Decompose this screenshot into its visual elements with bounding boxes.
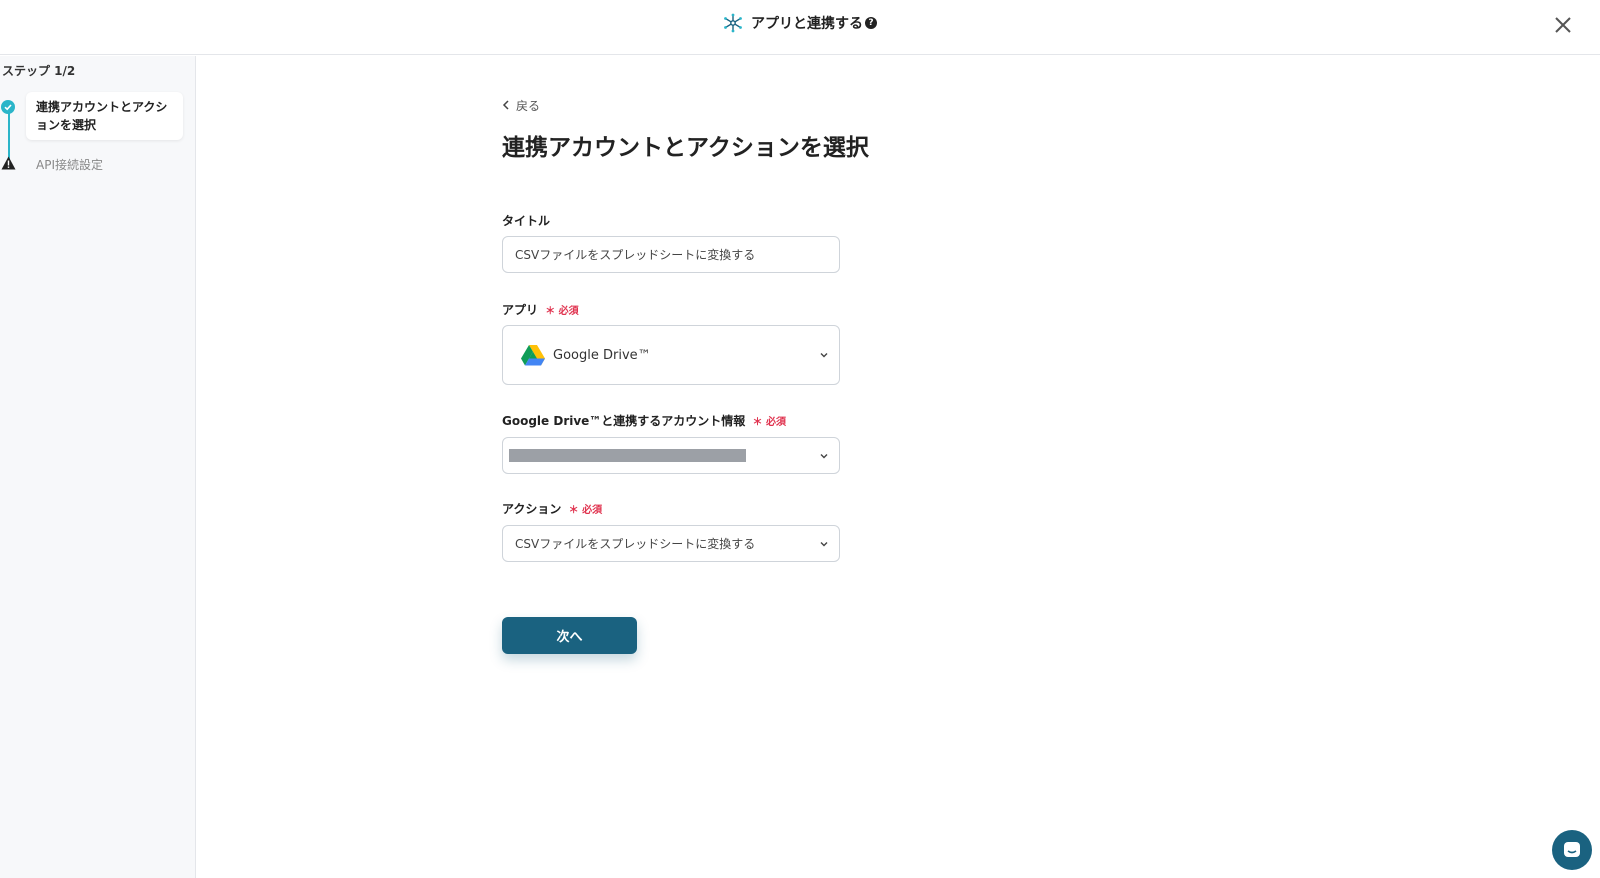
chevron-down-icon [820, 353, 828, 358]
chat-support-button[interactable] [1552, 830, 1592, 870]
required-badge: ＊ 必須 [752, 417, 786, 428]
required-badge: ＊ 必須 [568, 505, 603, 516]
app-label-text: アプリ [502, 303, 539, 317]
page-header-title: アプリと連携する [751, 16, 863, 32]
chat-icon [1564, 842, 1580, 857]
app-select[interactable]: Google Drive™ [502, 325, 840, 385]
action-field-label: アクション ＊ 必須 [502, 500, 602, 517]
header-title-group: アプリと連携する ? [0, 13, 1600, 33]
sidebar-step-2[interactable]: API接続設定 [36, 156, 103, 173]
step-complete-icon [1, 100, 15, 114]
app-connect-icon [724, 13, 742, 33]
page-title: 連携アカウントとアクションを選択 [502, 135, 869, 161]
chevron-down-icon [820, 453, 828, 458]
main-form: 戻る 連携アカウントとアクションを選択 タイトル CSVファイルをスプレッドシー… [502, 96, 902, 654]
close-icon [1555, 17, 1571, 33]
sidebar-step-1[interactable]: 連携アカウントとアクションを選択 [26, 92, 183, 140]
back-link[interactable]: 戻る [502, 96, 902, 114]
account-field-label: Google Drive™と連携するアカウント情報 ＊ 必須 [502, 412, 786, 429]
action-select-value: CSVファイルをスプレッドシートに変換する [515, 537, 756, 551]
warning-icon [1, 156, 16, 170]
action-select[interactable]: CSVファイルをスプレッドシートに変換する [502, 525, 840, 562]
title-field-label: タイトル [502, 212, 550, 229]
title-input[interactable]: CSVファイルをスプレッドシートに変換する [502, 236, 840, 273]
top-bar: アプリと連携する ? [0, 0, 1600, 55]
step-sidebar: ステップ 1/2 連携アカウントとアクションを選択 API接続設定 [0, 56, 196, 878]
next-button[interactable]: 次へ [502, 617, 637, 654]
help-icon[interactable]: ? [865, 17, 877, 29]
app-select-value: Google Drive™ [553, 347, 651, 363]
account-select[interactable] [502, 437, 840, 474]
back-label: 戻る [516, 98, 541, 113]
required-badge: ＊ 必須 [545, 306, 579, 317]
google-drive-icon [521, 344, 545, 365]
step-counter: ステップ 1/2 [2, 64, 76, 78]
account-label-text: Google Drive™と連携するアカウント情報 [502, 414, 746, 428]
title-label-text: タイトル [502, 214, 551, 228]
redacted-account-value [509, 449, 746, 462]
close-button[interactable] [1550, 12, 1576, 38]
action-label-text: アクション [502, 502, 562, 516]
chevron-left-icon [502, 100, 509, 110]
title-input-value: CSVファイルをスプレッドシートに変換する [515, 248, 756, 262]
chevron-down-icon [820, 541, 828, 546]
app-field-label: アプリ ＊ 必須 [502, 301, 579, 318]
